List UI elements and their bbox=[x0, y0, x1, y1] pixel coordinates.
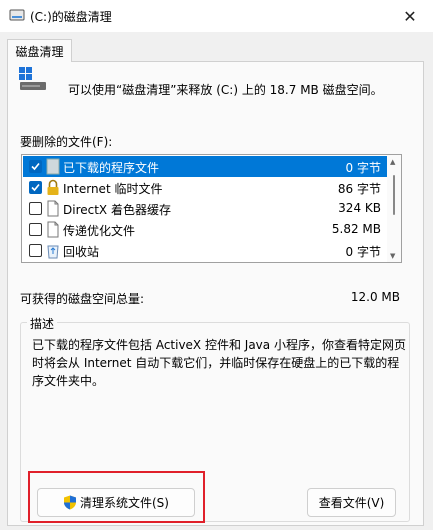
list-item[interactable]: 回收站 0 字节 bbox=[23, 240, 387, 261]
checkbox[interactable] bbox=[29, 223, 42, 236]
tab-disk-cleanup[interactable]: 磁盘清理 bbox=[7, 39, 72, 62]
checkbox[interactable] bbox=[29, 160, 42, 173]
file-name: DirectX 着色器缓存 bbox=[63, 203, 171, 217]
description-legend: 描述 bbox=[27, 315, 58, 332]
file-size: 86 字节 bbox=[337, 182, 381, 196]
close-button[interactable]: ✕ bbox=[387, 0, 433, 32]
scroll-up-icon[interactable]: ▲ bbox=[390, 158, 395, 166]
total-space-label: 可获得的磁盘空间总量: bbox=[20, 292, 145, 306]
checkbox[interactable] bbox=[29, 202, 42, 215]
checkbox[interactable] bbox=[29, 181, 42, 194]
checkbox[interactable] bbox=[29, 244, 42, 257]
file-name: Internet 临时文件 bbox=[63, 182, 163, 196]
list-item[interactable]: 已下载的程序文件 0 字节 bbox=[23, 156, 387, 177]
lock-icon bbox=[47, 179, 59, 195]
scroll-thumb[interactable] bbox=[393, 175, 395, 215]
file-name: 传递优化文件 bbox=[63, 224, 136, 238]
tab-label: 磁盘清理 bbox=[15, 44, 64, 59]
drive-icon bbox=[19, 67, 46, 90]
file-name: 回收站 bbox=[63, 245, 100, 259]
view-files-button[interactable]: 查看文件(V) bbox=[307, 488, 396, 517]
close-icon: ✕ bbox=[403, 6, 417, 26]
list-item[interactable]: Internet 临时文件 86 字节 bbox=[23, 177, 387, 198]
file-size: 0 字节 bbox=[345, 245, 381, 259]
clean-system-files-label: 清理系统文件(S) bbox=[80, 496, 169, 510]
file-size: 0 字节 bbox=[345, 161, 381, 175]
file-icon bbox=[47, 200, 59, 217]
folder-icon bbox=[46, 158, 60, 175]
description-text: 已下载的程序文件包括 ActiveX 控件和 Java 小程序，你查看特定网页时… bbox=[32, 338, 406, 388]
file-list[interactable]: 已下载的程序文件 0 字节 Internet 临时文件 86 字节 Direct… bbox=[21, 154, 402, 263]
file-name: 已下载的程序文件 bbox=[63, 161, 160, 175]
view-files-label: 查看文件(V) bbox=[318, 496, 385, 510]
file-icon bbox=[47, 221, 59, 238]
list-item[interactable]: DirectX 着色器缓存 324 KB bbox=[23, 198, 387, 219]
scroll-down-icon[interactable]: ▼ bbox=[390, 252, 395, 260]
check-icon bbox=[31, 162, 40, 171]
file-size: 5.82 MB bbox=[331, 222, 381, 236]
files-to-delete-label: 要删除的文件(F): bbox=[20, 135, 113, 149]
vertical-scrollbar[interactable]: ▲ ▼ bbox=[387, 155, 401, 262]
clean-system-files-button[interactable]: 清理系统文件(S) bbox=[37, 488, 195, 517]
title-bar: (C:)的磁盘清理 ✕ bbox=[0, 0, 433, 32]
disk-cleanup-icon bbox=[9, 9, 25, 21]
uac-shield-icon bbox=[64, 495, 76, 510]
check-icon bbox=[31, 183, 40, 192]
list-item[interactable]: 传递优化文件 5.82 MB bbox=[23, 219, 387, 240]
window-title: (C:)的磁盘清理 bbox=[30, 10, 112, 24]
total-space-value: 12.0 MB bbox=[350, 290, 400, 304]
intro-text: 可以使用“磁盘清理”来释放 (C:) 上的 18.7 MB 磁盘空间。 bbox=[68, 83, 383, 97]
file-size: 324 KB bbox=[338, 201, 381, 215]
recycle-bin-icon bbox=[47, 245, 59, 259]
